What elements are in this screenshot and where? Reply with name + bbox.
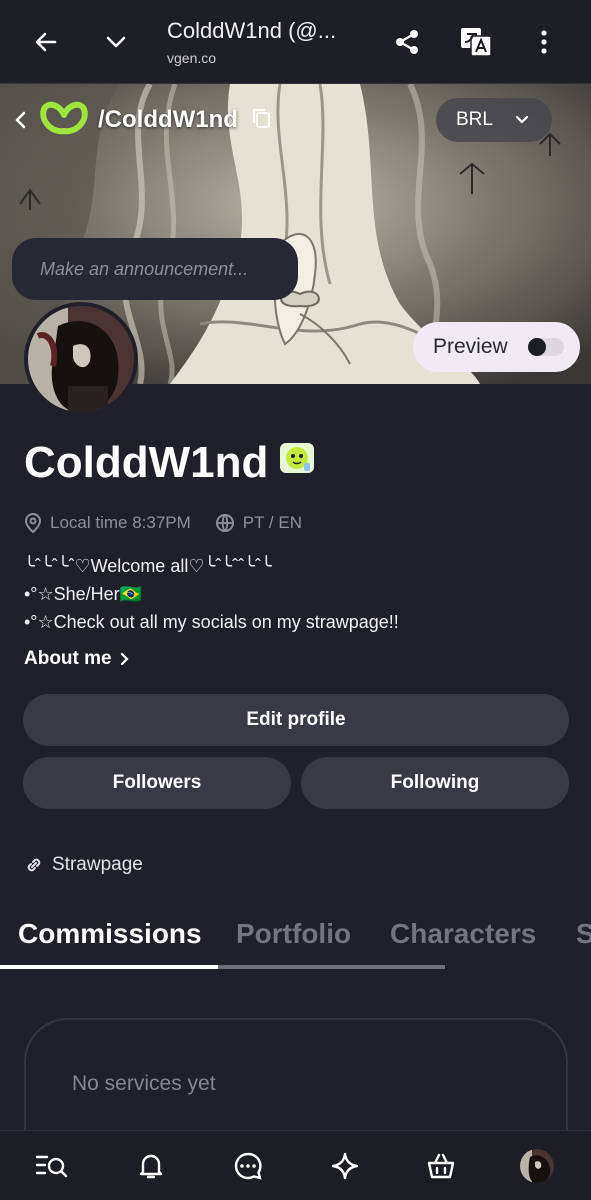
location-pin-icon [24, 513, 42, 533]
tab-commissions[interactable]: Commissions [18, 918, 202, 950]
bio-line: •°☆Check out all my socials on my strawp… [24, 612, 399, 632]
strawpage-link[interactable]: Strawpage [24, 854, 143, 876]
back-chevron-icon[interactable] [10, 102, 30, 138]
profile-handle: /ColddW1nd [98, 106, 238, 133]
strawpage-label: Strawpage [52, 854, 143, 875]
profile-name-text: ColddW1nd [24, 438, 269, 487]
profile-tabs: Commissions Portfolio Characters S [0, 910, 591, 970]
toggle-switch[interactable] [528, 338, 564, 356]
search-list-icon[interactable] [35, 1149, 69, 1183]
tab-active-indicator [0, 965, 218, 969]
languages: PT / EN [215, 513, 302, 533]
back-arrow-icon[interactable] [26, 22, 66, 62]
shopping-bag-icon[interactable] [424, 1149, 458, 1183]
browser-page-title: ColddW1nd (@... [167, 18, 337, 43]
preview-label: Preview [433, 335, 508, 358]
chevron-right-icon [120, 652, 129, 666]
link-icon [27, 858, 41, 872]
empty-services-text: No services yet [72, 1072, 216, 1095]
chevron-down-icon [515, 115, 529, 124]
tab-portfolio[interactable]: Portfolio [236, 918, 351, 950]
chat-icon[interactable] [231, 1149, 265, 1183]
following-button[interactable]: Following [301, 757, 569, 809]
currency-label: BRL [456, 109, 493, 130]
edit-profile-button[interactable]: Edit profile [23, 694, 569, 746]
chevron-down-icon[interactable] [96, 22, 136, 62]
bio-line: ╰ˆ╰ˆ╰ˆ♡Welcome all♡╰ˆ╰ˆˆ╰ˆ╰ [24, 556, 272, 576]
bio-line: •°☆She/Her🇧🇷 [24, 584, 143, 604]
avatar[interactable] [24, 302, 138, 416]
vgen-brand-row: /ColddW1nd [10, 101, 272, 140]
vgen-logo-icon[interactable] [38, 101, 90, 140]
copy-icon[interactable] [250, 107, 272, 134]
profile-avatar[interactable] [520, 1149, 554, 1183]
more-vert-icon[interactable] [524, 22, 564, 62]
profile-name: ColddW1nd [24, 438, 316, 488]
globe-icon [215, 514, 234, 532]
preview-toggle[interactable]: Preview [413, 322, 580, 372]
sparkle-icon[interactable] [328, 1149, 362, 1183]
profile-meta: Local time 8:37PM PT / EN [24, 510, 302, 536]
languages-text: PT / EN [242, 513, 302, 532]
profile-bio: ╰ˆ╰ˆ╰ˆ♡Welcome all♡╰ˆ╰ˆˆ╰ˆ╰ •°☆She/Her🇧🇷… [24, 552, 399, 636]
local-time-text: Local time 8:37PM [50, 513, 191, 532]
tab-characters[interactable]: Characters [390, 918, 536, 950]
bottom-navigation [0, 1130, 591, 1200]
badge-emoji-icon [278, 438, 316, 488]
share-icon[interactable] [387, 22, 427, 62]
followers-button[interactable]: Followers [23, 757, 291, 809]
local-time: Local time 8:37PM [24, 513, 191, 533]
about-me-link[interactable]: About me [24, 648, 130, 670]
tab-partial[interactable]: S [576, 918, 591, 950]
bell-icon[interactable] [134, 1149, 168, 1183]
browser-toolbar: ColddW1nd (@... vgen.co [0, 0, 591, 84]
about-me-label: About me [24, 648, 112, 669]
announcement-input[interactable]: Make an announcement... [12, 238, 298, 300]
browser-url: vgen.co [167, 50, 217, 66]
currency-selector[interactable]: BRL [436, 98, 552, 142]
translate-icon[interactable] [456, 22, 496, 62]
